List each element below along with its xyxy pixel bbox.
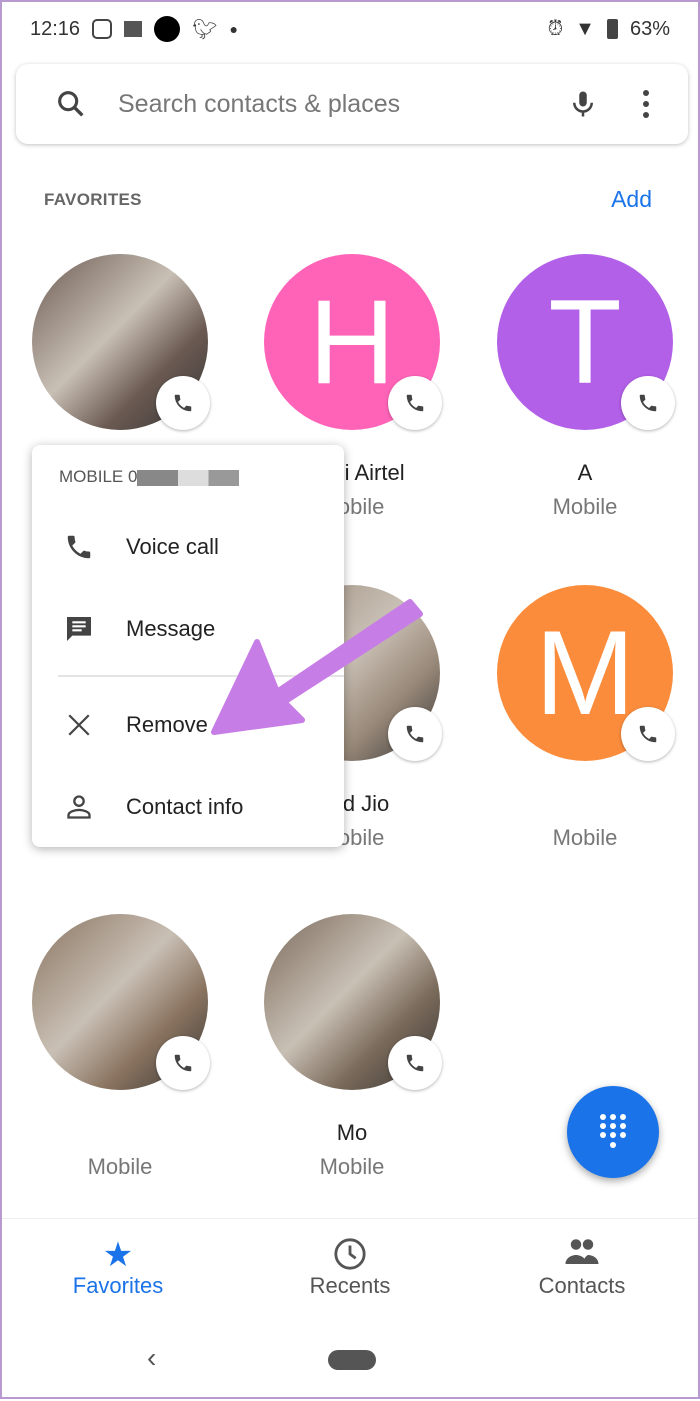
annotation-arrow	[211, 599, 423, 735]
clock-icon	[234, 1237, 466, 1273]
tab-favorites[interactable]: ★ Favorites	[2, 1219, 234, 1318]
back-button[interactable]: ‹	[147, 1342, 156, 1374]
home-button[interactable]	[328, 1350, 376, 1370]
tab-recents[interactable]: Recents	[234, 1219, 466, 1318]
star-icon: ★	[102, 1236, 134, 1274]
people-icon	[466, 1237, 698, 1273]
dialpad-icon	[600, 1114, 626, 1148]
tab-contacts[interactable]: Contacts	[466, 1219, 698, 1318]
bottom-navigation: ★ Favorites Recents Contacts	[2, 1218, 698, 1318]
dialpad-button[interactable]	[567, 1086, 659, 1178]
